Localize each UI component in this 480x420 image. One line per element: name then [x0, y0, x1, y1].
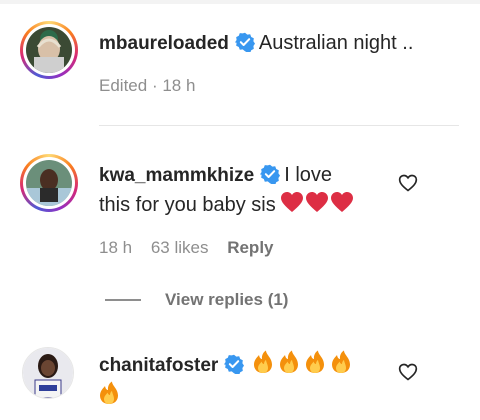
red-heart-emoji: [281, 192, 354, 212]
like-heart-icon[interactable]: [398, 362, 418, 382]
reply-button[interactable]: Reply: [227, 238, 273, 257]
comment-body-2: kwa_mammkhize I love this for you baby si…: [99, 160, 399, 220]
fire-emoji-row: [253, 350, 350, 373]
comment-meta-1: Edited · 18 h: [99, 76, 195, 96]
comment-meta-2: 18 h 63 likes Reply: [99, 238, 274, 258]
comment-time: 18 h: [99, 238, 133, 257]
view-replies-button[interactable]: View replies (1): [165, 290, 288, 310]
comment-text-line1: I love: [284, 164, 333, 186]
like-heart-icon[interactable]: [398, 173, 418, 193]
comment-time: 18 h: [162, 76, 196, 95]
comment-text: Australian night ..: [258, 32, 414, 54]
verified-badge-icon: [224, 354, 245, 374]
fire-emoji: [100, 381, 118, 404]
username[interactable]: mbaureloaded: [99, 33, 229, 54]
view-replies-label: View replies (1): [165, 290, 289, 309]
likes-count[interactable]: 63 likes: [151, 238, 209, 257]
verified-badge-icon: [234, 32, 255, 52]
comment-body-3: chanitafoster: [99, 350, 389, 407]
avatar-chanitafoster[interactable]: [22, 347, 74, 399]
comment-text-line2: this for you baby sis: [99, 194, 276, 216]
top-separator: [0, 0, 480, 4]
comment-header-1: mbaureloaded Australian night ..: [99, 28, 413, 58]
avatar-kwa-mammkhize[interactable]: [20, 154, 78, 212]
username[interactable]: kwa_mammkhize: [99, 165, 254, 186]
replies-indent-line: [105, 299, 141, 301]
avatar-mbaureloaded[interactable]: [20, 21, 78, 79]
comment-divider: [99, 125, 459, 126]
edited-label: Edited: [99, 76, 148, 95]
comment-text-line2-row: this for you baby sis: [99, 190, 399, 220]
username[interactable]: chanitafoster: [99, 355, 218, 376]
meta-separator: ·: [151, 76, 158, 95]
verified-badge-icon: [260, 164, 281, 184]
